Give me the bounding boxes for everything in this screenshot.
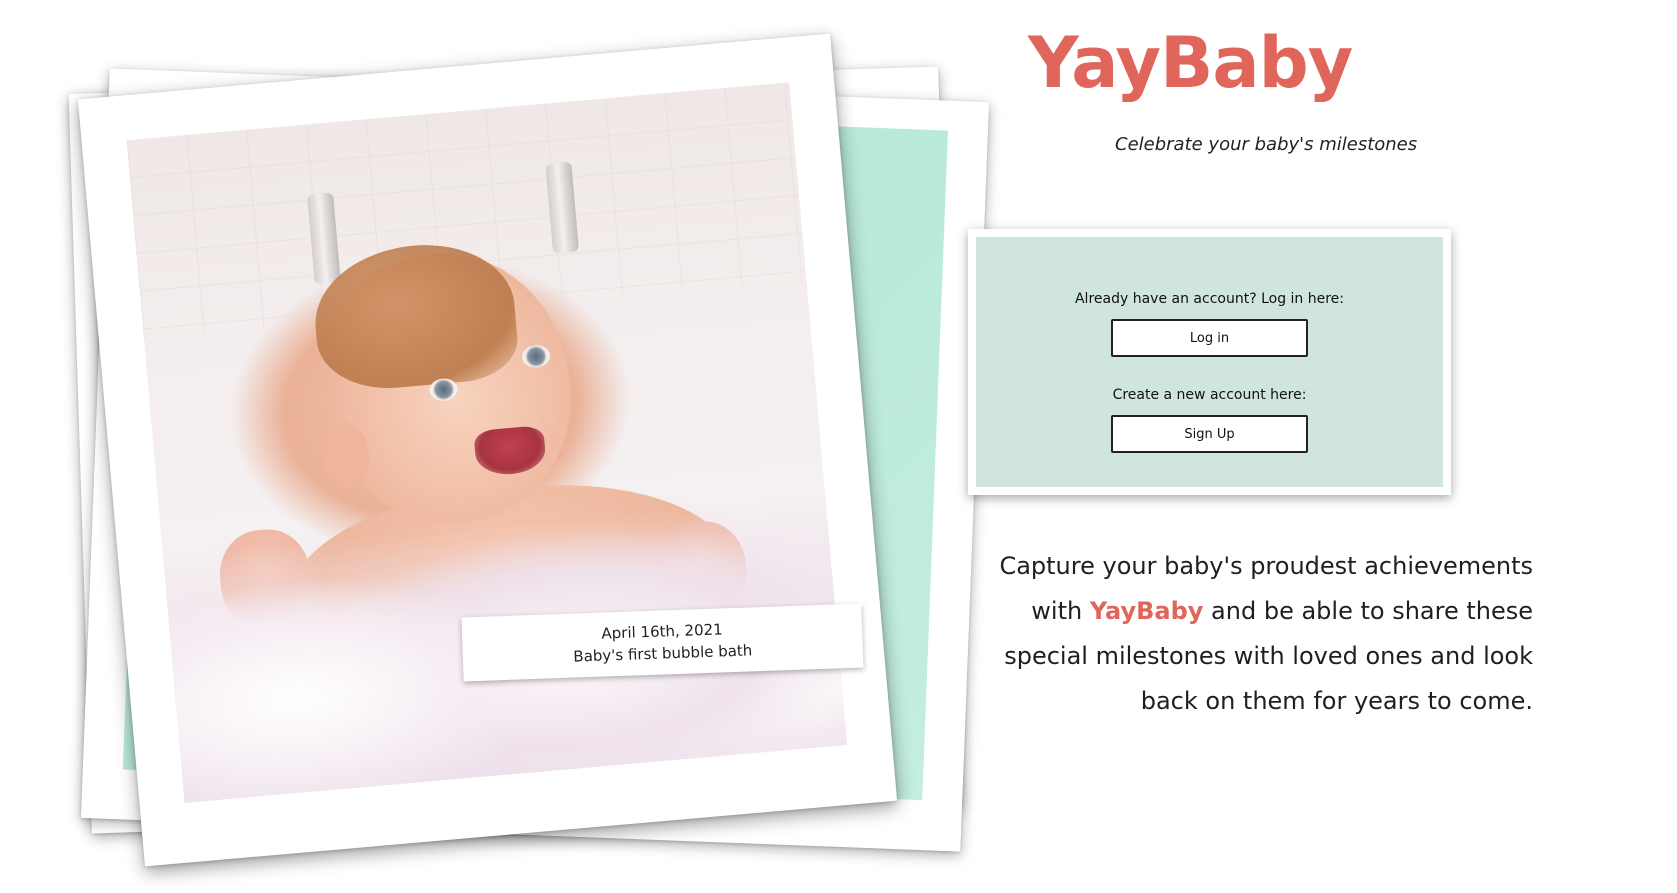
brand-logo: YayBaby [1028,22,1353,104]
auth-card: Already have an account? Log in here: Lo… [968,229,1451,495]
signup-prompt: Create a new account here: [1112,387,1307,403]
login-button[interactable]: Log in [1111,319,1308,357]
polaroid-front: April 16th, 2021 Baby's first bubble bat… [77,33,898,867]
landing-page: April 16th, 2021 Baby's first bubble bat… [0,0,1677,893]
signup-button[interactable]: Sign Up [1111,415,1308,453]
login-prompt: Already have an account? Log in here: [1074,291,1345,307]
photo-caption-text: Baby's first bubble bath [573,641,753,666]
baby-photo [126,82,848,803]
brand-tagline: Celebrate your baby's milestones [1115,134,1418,155]
auth-panel: Already have an account? Log in here: Lo… [976,237,1443,487]
intro-blurb: Capture your baby's proudest achievement… [980,544,1533,724]
intro-blurb-brand: YayBaby [1089,597,1204,625]
